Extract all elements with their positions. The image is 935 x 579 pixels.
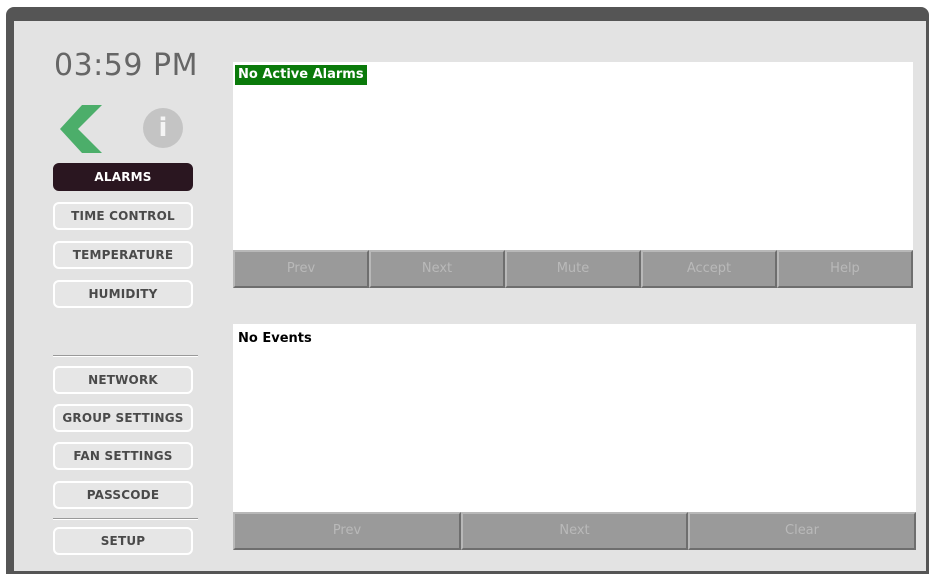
nav-setup-button[interactable]: SETUP bbox=[53, 527, 193, 555]
event-list-panel bbox=[233, 324, 916, 512]
nav-fan-settings-button[interactable]: FAN SETTINGS bbox=[53, 442, 193, 470]
alarm-list-panel bbox=[233, 62, 913, 250]
nav-time-control-button[interactable]: TIME CONTROL bbox=[53, 202, 193, 230]
back-arrow-icon[interactable] bbox=[60, 105, 102, 153]
event-clear-button[interactable]: Clear bbox=[688, 512, 916, 550]
alarm-accept-button[interactable]: Accept bbox=[641, 250, 777, 288]
alarm-mute-button[interactable]: Mute bbox=[505, 250, 641, 288]
sidebar-divider bbox=[53, 518, 198, 520]
alarm-status-badge: No Active Alarms bbox=[235, 65, 367, 85]
event-button-bar: Prev Next Clear bbox=[233, 512, 916, 550]
alarm-button-bar: Prev Next Mute Accept Help bbox=[233, 250, 913, 288]
event-next-button[interactable]: Next bbox=[461, 512, 688, 550]
sidebar-divider bbox=[53, 355, 198, 357]
alarm-prev-button[interactable]: Prev bbox=[233, 250, 369, 288]
nav-temperature-button[interactable]: TEMPERATURE bbox=[53, 241, 193, 269]
info-icon[interactable]: i bbox=[143, 108, 183, 148]
nav-humidity-button[interactable]: HUMIDITY bbox=[53, 280, 193, 308]
event-prev-button[interactable]: Prev bbox=[233, 512, 461, 550]
alarm-help-button[interactable]: Help bbox=[777, 250, 913, 288]
nav-passcode-button[interactable]: PASSCODE bbox=[53, 481, 193, 509]
clock-display: 03:59 PM bbox=[54, 48, 198, 83]
nav-network-button[interactable]: NETWORK bbox=[53, 366, 193, 394]
events-status-text: No Events bbox=[238, 331, 312, 346]
nav-group-settings-button[interactable]: GROUP SETTINGS bbox=[53, 404, 193, 432]
nav-alarms-button[interactable]: ALARMS bbox=[53, 163, 193, 191]
alarm-next-button[interactable]: Next bbox=[369, 250, 505, 288]
